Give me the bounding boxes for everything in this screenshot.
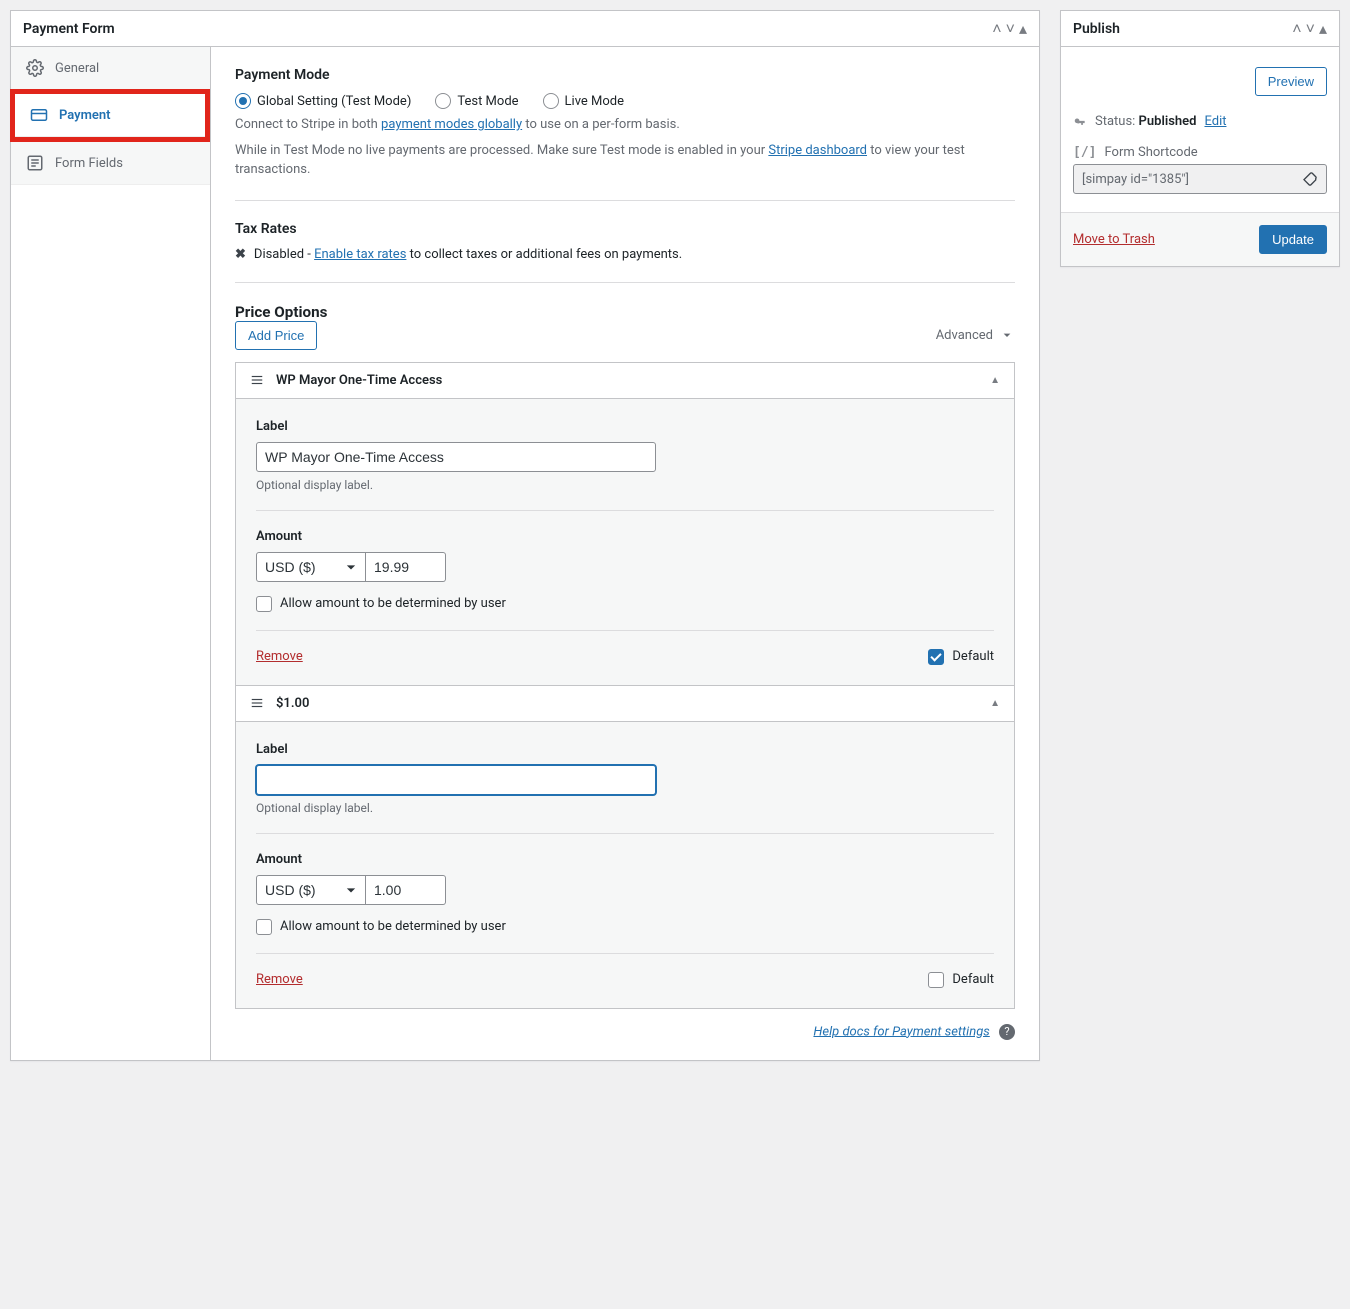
currency-select[interactable]: USD ($)	[256, 552, 366, 582]
toggle-panel-icon[interactable]: ▴	[1319, 21, 1327, 37]
help-icon[interactable]: ?	[999, 1024, 1015, 1040]
preview-button[interactable]: Preview	[1255, 67, 1327, 96]
mode-live-option[interactable]: Live Mode	[543, 93, 624, 109]
amount-input[interactable]	[366, 552, 446, 582]
disabled-x-icon: ✖	[235, 247, 246, 262]
shortcode-label: Form Shortcode	[1104, 145, 1197, 160]
currency-select[interactable]: USD ($)	[256, 875, 366, 905]
order-down-icon[interactable]: ˅	[1006, 21, 1015, 37]
tax-rates-heading: Tax Rates	[235, 221, 1015, 237]
payment-mode-heading: Payment Mode	[235, 67, 1015, 83]
remove-price-link[interactable]: Remove	[256, 972, 303, 987]
label-hint: Optional display label.	[256, 801, 994, 815]
amount-input[interactable]	[366, 875, 446, 905]
mode-desc-2: While in Test Mode no live payments are …	[235, 141, 1015, 180]
label-field-label: Label	[256, 742, 994, 757]
advanced-toggle[interactable]: Advanced	[936, 327, 1015, 343]
add-price-button[interactable]: Add Price	[235, 321, 317, 350]
price-item-header[interactable]: $1.00 ▲	[236, 686, 1014, 721]
default-checkbox[interactable]	[928, 972, 944, 988]
default-option[interactable]: Default	[928, 649, 994, 665]
tab-label: General	[55, 61, 99, 76]
update-button[interactable]: Update	[1259, 225, 1327, 254]
mode-global-option[interactable]: Global Setting (Test Mode)	[235, 93, 411, 109]
price-options-heading: Price Options	[235, 303, 1015, 321]
price-item-title: WP Mayor One-Time Access	[276, 373, 442, 388]
drag-handle-icon[interactable]	[250, 696, 264, 710]
amount-field-label: Amount	[256, 852, 994, 867]
mode-test-radio[interactable]	[435, 93, 451, 109]
label-field-label: Label	[256, 419, 994, 434]
chevron-down-icon	[999, 327, 1015, 343]
collapse-icon[interactable]: ▲	[990, 375, 1000, 386]
allow-user-amount-checkbox[interactable]	[256, 919, 272, 935]
enable-tax-link[interactable]: Enable tax rates	[314, 247, 406, 262]
shortcode-icon: [/]	[1073, 145, 1096, 160]
order-up-icon[interactable]: ˄	[992, 21, 1001, 37]
key-icon	[1073, 115, 1087, 129]
default-label: Default	[952, 972, 994, 987]
order-down-icon[interactable]: ˅	[1306, 21, 1315, 37]
tab-label: Form Fields	[55, 156, 123, 171]
price-item: $1.00 ▲ Label Optional display label. Am…	[235, 685, 1015, 1009]
publish-title: Publish	[1073, 21, 1120, 37]
allow-user-amount-label: Allow amount to be determined by user	[280, 596, 506, 611]
mode-desc-1: Connect to Stripe in both payment modes …	[235, 115, 1015, 135]
label-hint: Optional display label.	[256, 478, 994, 492]
form-icon	[25, 154, 45, 172]
default-option[interactable]: Default	[928, 972, 994, 988]
remove-price-link[interactable]: Remove	[256, 649, 303, 664]
price-item-title: $1.00	[276, 696, 309, 711]
mode-test-option[interactable]: Test Mode	[435, 93, 518, 109]
price-label-input[interactable]	[256, 765, 656, 795]
allow-user-amount-label: Allow amount to be determined by user	[280, 919, 506, 934]
drag-handle-icon[interactable]	[250, 373, 264, 387]
tab-general[interactable]: General	[11, 47, 210, 90]
order-up-icon[interactable]: ˄	[1292, 21, 1301, 37]
help-docs-link[interactable]: Help docs for Payment settings	[813, 1024, 989, 1039]
collapse-icon[interactable]: ▲	[990, 698, 1000, 709]
tab-label: Payment	[59, 108, 111, 123]
edit-status-link[interactable]: Edit	[1204, 114, 1226, 129]
shortcode-value: [simpay id="1385"]	[1082, 172, 1189, 187]
mode-live-radio[interactable]	[543, 93, 559, 109]
default-checkbox[interactable]	[928, 649, 944, 665]
default-label: Default	[952, 649, 994, 664]
gear-icon	[25, 59, 45, 77]
amount-field-label: Amount	[256, 529, 994, 544]
panel-title: Payment Form	[23, 21, 115, 37]
payment-modes-link[interactable]: payment modes globally	[381, 117, 522, 132]
tab-payment[interactable]: Payment	[15, 94, 205, 137]
stripe-dashboard-link[interactable]: Stripe dashboard	[768, 143, 867, 158]
move-to-trash-link[interactable]: Move to Trash	[1073, 232, 1155, 247]
settings-tabs: General Payment	[11, 47, 211, 1060]
tab-form-fields[interactable]: Form Fields	[11, 142, 210, 185]
credit-card-icon	[29, 106, 49, 124]
shortcode-box: [simpay id="1385"]	[1073, 164, 1327, 194]
price-item-header[interactable]: WP Mayor One-Time Access ▲	[236, 363, 1014, 398]
price-item: WP Mayor One-Time Access ▲ Label Optiona…	[235, 362, 1015, 686]
mode-global-radio[interactable]	[235, 93, 251, 109]
price-label-input[interactable]	[256, 442, 656, 472]
copy-tag-icon[interactable]	[1302, 171, 1318, 187]
toggle-panel-icon[interactable]: ▴	[1019, 21, 1027, 37]
allow-user-amount-checkbox[interactable]	[256, 596, 272, 612]
